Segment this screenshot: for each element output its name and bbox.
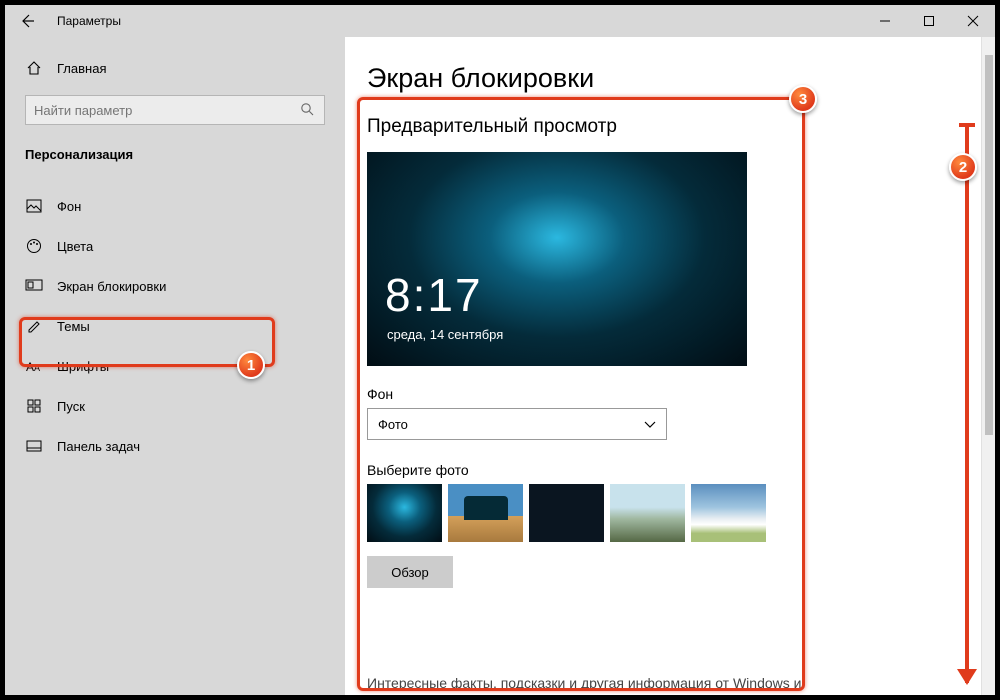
window-title: Параметры [57, 14, 121, 28]
sidebar-item-label: Экран блокировки [57, 279, 166, 294]
sidebar-item-themes[interactable]: Темы [5, 306, 345, 346]
picture-icon [25, 197, 43, 215]
close-button[interactable] [951, 5, 995, 37]
taskbar-icon [25, 437, 43, 455]
page-title: Экран блокировки [367, 63, 973, 94]
sidebar-item-label: Панель задач [57, 439, 140, 454]
thumbnail-3[interactable] [529, 484, 604, 542]
browse-button[interactable]: Обзор [367, 556, 453, 588]
start-icon [25, 397, 43, 415]
cutoff-text: Интересные факты, подсказки и другая инф… [367, 675, 801, 691]
background-dropdown[interactable]: Фото [367, 408, 667, 440]
home-icon [25, 59, 43, 77]
search-box[interactable] [25, 95, 325, 125]
thumbnail-row [367, 484, 973, 542]
sidebar-item-lockscreen[interactable]: Экран блокировки [5, 266, 345, 306]
thumbnail-5[interactable] [691, 484, 766, 542]
sidebar-section-header: Персонализация [5, 147, 345, 162]
themes-icon [25, 317, 43, 335]
choose-photo-label: Выберите фото [367, 462, 973, 478]
sidebar-item-start[interactable]: Пуск [5, 386, 345, 426]
scrollbar[interactable] [981, 37, 995, 695]
back-button[interactable] [5, 5, 49, 37]
maximize-button[interactable] [907, 5, 951, 37]
search-input[interactable] [34, 103, 300, 118]
background-dropdown-value: Фото [378, 417, 408, 432]
sidebar-item-label: Шрифты [57, 359, 109, 374]
palette-icon [25, 237, 43, 255]
preview-date: среда, 14 сентября [387, 327, 503, 342]
sidebar-item-label: Пуск [57, 399, 85, 414]
lockscreen-icon [25, 277, 43, 295]
sidebar-item-colors[interactable]: Цвета [5, 226, 345, 266]
sidebar-item-taskbar[interactable]: Панель задач [5, 426, 345, 466]
svg-text:A: A [26, 360, 34, 373]
background-label: Фон [367, 386, 973, 402]
svg-text:A: A [34, 363, 40, 373]
preview-heading: Предварительный просмотр [367, 116, 973, 138]
annotation-badge-1: 1 [237, 351, 265, 379]
chevron-down-icon [644, 417, 656, 432]
fonts-icon: AA [25, 357, 43, 375]
sidebar-item-label: Темы [57, 319, 90, 334]
preview-time: 8:17 [385, 268, 483, 322]
sidebar-home-label: Главная [57, 61, 106, 76]
lockscreen-preview: 8:17 среда, 14 сентября [367, 152, 747, 366]
content-area: Экран блокировки Предварительный просмот… [345, 37, 995, 695]
sidebar-item-background[interactable]: Фон [5, 186, 345, 226]
annotation-badge-3: 3 [789, 85, 817, 113]
sidebar: Главная Персонализация Фон Цвета Экран б… [5, 37, 345, 695]
titlebar: Параметры [5, 5, 995, 37]
minimize-button[interactable] [863, 5, 907, 37]
sidebar-home[interactable]: Главная [5, 51, 345, 85]
thumbnail-2[interactable] [448, 484, 523, 542]
annotation-badge-2: 2 [949, 153, 977, 181]
sidebar-item-fonts[interactable]: AA Шрифты [5, 346, 345, 386]
search-icon [300, 102, 316, 118]
sidebar-item-label: Цвета [57, 239, 93, 254]
thumbnail-4[interactable] [610, 484, 685, 542]
scrollbar-thumb[interactable] [985, 55, 993, 435]
sidebar-item-label: Фон [57, 199, 81, 214]
thumbnail-1[interactable] [367, 484, 442, 542]
